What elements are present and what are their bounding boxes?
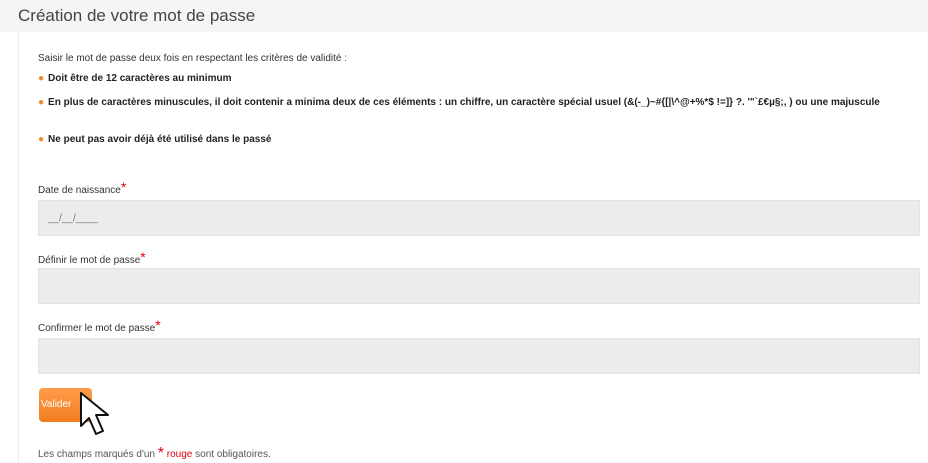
criterion-not-reused: ● Ne peut pas avoir déjà été utilisé dans…	[38, 133, 918, 147]
bullet-dot-icon: ●	[38, 134, 45, 145]
password-input[interactable]	[38, 268, 920, 304]
confirm-password-input[interactable]	[38, 338, 920, 374]
criterion-text: Doit être de 12 caractères au minimum	[48, 73, 232, 84]
required-mark: *	[120, 179, 127, 195]
required-fields-note: Les champs marqués d'un * rouge sont obl…	[38, 445, 271, 462]
mouse-pointer-icon	[80, 392, 109, 435]
criterion-text: En plus de caractères minuscules, il doi…	[48, 97, 880, 108]
page-header: Création de votre mot de passe	[0, 0, 928, 32]
confirm-password-label: Confirmer le mot de passe*	[38, 317, 161, 334]
criterion-min-length: ● Doit être de 12 caractères au minimum	[38, 72, 918, 86]
birthdate-label: Date de naissance*	[38, 179, 127, 196]
criteria-intro: Saisir le mot de passe deux fois en resp…	[38, 53, 348, 64]
birthdate-input[interactable]	[38, 200, 920, 236]
bullet-dot-icon: ●	[38, 73, 45, 84]
required-mark: *	[155, 317, 161, 333]
color-word: rouge	[166, 449, 193, 460]
password-label: Définir le mot de passe*	[38, 249, 146, 266]
criterion-complexity: ● En plus de caractères minuscules, il do…	[38, 96, 918, 110]
page-title: Création de votre mot de passe	[18, 6, 256, 25]
required-mark: *	[140, 249, 146, 265]
criterion-text: Ne peut pas avoir déjà été utilisé dans …	[48, 134, 272, 145]
bullet-dot-icon: ●	[38, 97, 45, 108]
required-star: *	[157, 445, 164, 462]
